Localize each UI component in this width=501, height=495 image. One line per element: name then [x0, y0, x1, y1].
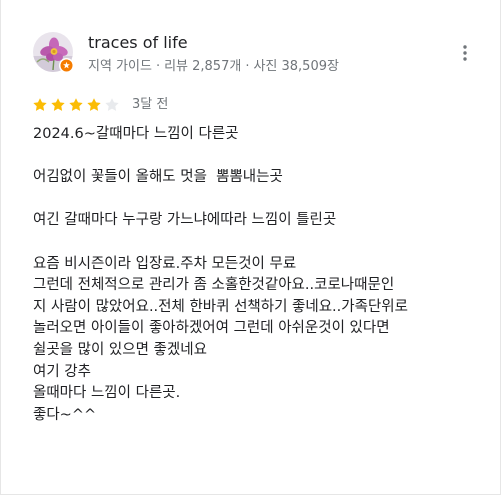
review-text-line: 여기 강추: [33, 363, 91, 380]
review-text-line: 요즘 비시즌이라 입장료.주차 모든것이 무료: [33, 255, 297, 272]
review-card: traces of life 지역 가이드 · 리뷰 2,857개 · 사진 38,50…: [0, 0, 501, 495]
reviewer-stats: 지역 가이드 · 리뷰 2,857개 · 사진 38,509장: [88, 58, 339, 76]
review-text-line: [33, 189, 493, 211]
review-text-line: 2024.6~갈때마다 느낌이 다른곳: [33, 126, 239, 142]
star-filled-icon: [86, 97, 102, 113]
review-date: 3달 전: [132, 97, 169, 112]
review-text: 2024.6~갈때마다 느낌이 다른곳어김없이 꽃들이 올해도 멋을 뽐뽐내는곳…: [33, 124, 493, 426]
local-guide-badge-icon: [60, 59, 73, 72]
review-text-line: [33, 232, 493, 254]
star-filled-icon: [50, 97, 66, 113]
review-count: 리뷰 2,857개: [164, 59, 242, 74]
reviewer-name[interactable]: traces of life: [88, 33, 188, 53]
more-vert-icon: [463, 45, 467, 61]
local-guide-label: 지역 가이드: [88, 59, 152, 74]
review-text-line: 여긴 갈때마다 누구랑 가느냐에따라 느낌이 틀린곳: [33, 212, 337, 229]
star-rating: [32, 97, 122, 113]
review-text-line: 그런데 전체적으로 관리가 좀 소홀한것같아요..코로나때문인: [33, 277, 395, 294]
review-text-line: 놀러오면 아이들이 좋아하겠어여 그런데 아쉬운것이 있다면: [33, 320, 390, 337]
meta-separator: ·: [245, 59, 250, 74]
more-options-button[interactable]: [453, 41, 477, 65]
rating-row: 3달 전: [32, 95, 168, 115]
meta-separator: ·: [155, 59, 161, 74]
review-text-line: [33, 146, 493, 168]
review-text-line: 어김없이 꽃들이 올해도 멋을 뽐뽐내는곳: [33, 169, 283, 186]
review-text-line: 쉴곳을 많이 있으면 좋겠네요: [33, 341, 207, 358]
photo-count: 사진 38,509장: [253, 59, 339, 74]
star-filled-icon: [32, 97, 48, 113]
star-empty-icon: [104, 97, 120, 113]
review-text-line: 지 사람이 많았어요..전체 한바퀴 선책하기 좋네요..가족단위로: [33, 298, 408, 315]
star-filled-icon: [68, 97, 84, 113]
review-text-line: 올때마다 느낌이 다른곳.: [33, 385, 181, 402]
review-text-line: 좋다~^^: [33, 406, 97, 423]
